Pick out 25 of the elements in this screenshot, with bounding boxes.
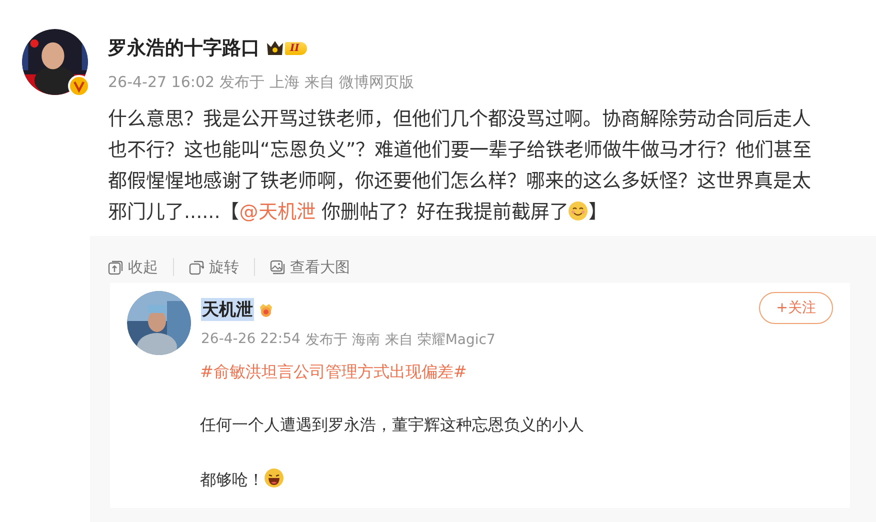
post-meta: 26-4-26 22:54 bbox=[201, 331, 300, 349]
post-paragraph: 任何一个人遭遇到罗永浩，董宇辉这种忘恩负义的小人 bbox=[200, 415, 585, 436]
smiling-face-icon bbox=[568, 201, 588, 221]
collapse-icon bbox=[108, 260, 123, 274]
post-meta: 发布于 海南 bbox=[305, 331, 380, 349]
crown-icon bbox=[266, 40, 284, 56]
post-meta: 发布于 上海 bbox=[220, 73, 300, 92]
author-name[interactable]: 罗永浩的十字路口 bbox=[108, 35, 260, 61]
laughing-face-icon bbox=[264, 468, 284, 488]
post-paragraph: 都够呛！ bbox=[200, 468, 833, 491]
post-meta: 来自 微博网页版 bbox=[304, 73, 414, 92]
rotate-icon bbox=[189, 260, 204, 274]
topic-tag[interactable]: #俞敏洪坦言公司管理方式出现偏差# bbox=[200, 362, 833, 383]
post-text: 什么意思？我是公开骂过铁老师，但他们几个都没骂过啊。协商解除劳动合同后走人也不行？这也能叫“忘恩负义”？难道他们要一辈子给铁老师做牛做马才行？他们甚至都假惺惺地感谢了铁老师啊，你还要他们怎么样？哪来的这么多妖怪？这世界真是太邪门儿了......【@天机泄 你删帖了？好在我提前截屏了 】 bbox=[108, 107, 813, 225]
mention-link[interactable]: @天机泄 bbox=[239, 201, 316, 223]
image-action[interactable]: 旋转 bbox=[189, 258, 239, 276]
follow-button[interactable]: +关注 bbox=[759, 292, 833, 324]
level-badge: II bbox=[285, 42, 308, 54]
image-icon bbox=[270, 260, 285, 274]
post-meta: 26-4-27 16:02 bbox=[108, 73, 215, 92]
post-meta: 来自 荣耀Magic7 bbox=[384, 331, 496, 349]
image-action[interactable]: 收起 bbox=[108, 258, 158, 276]
medal-icon bbox=[258, 302, 274, 318]
author-name: 天机泄 bbox=[201, 298, 254, 321]
image-action[interactable]: 查看大图 bbox=[270, 258, 350, 276]
